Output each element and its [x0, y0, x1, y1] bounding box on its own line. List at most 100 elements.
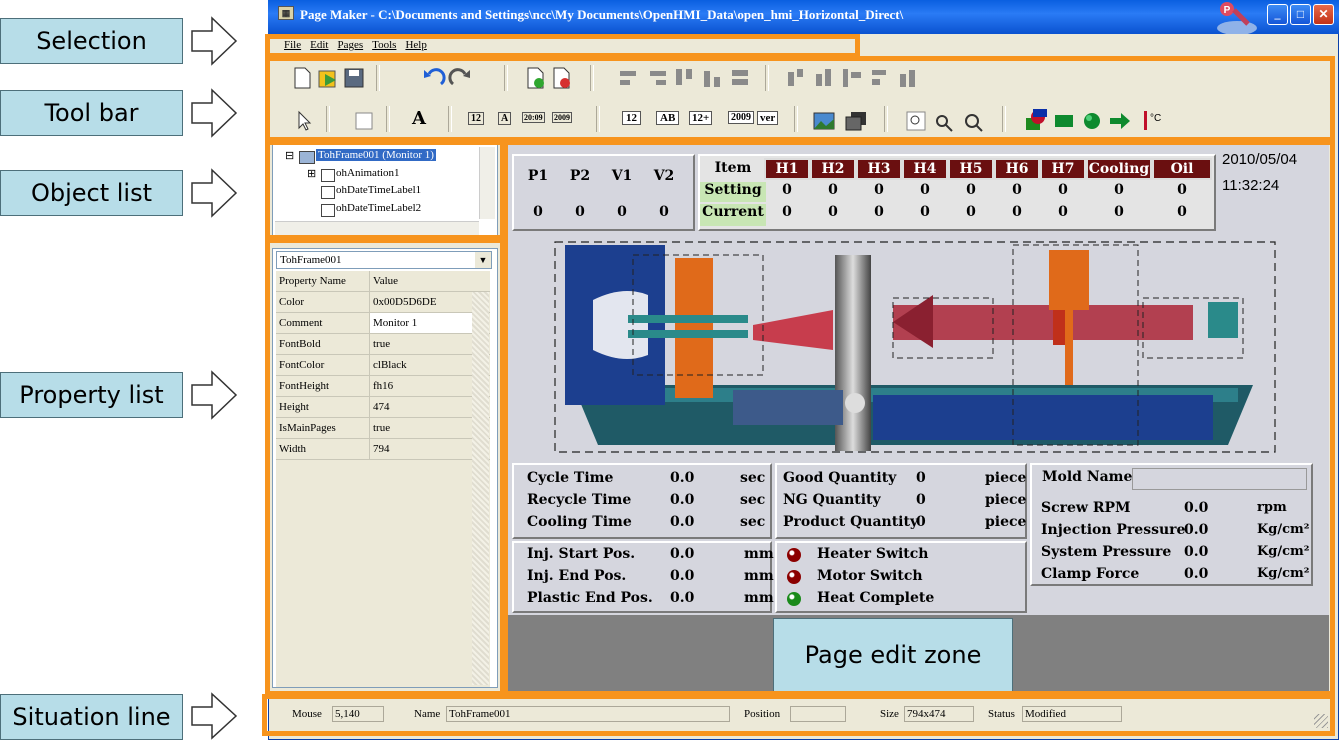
version-button[interactable]: ver	[757, 111, 779, 125]
chevron-down-icon[interactable]: ▼	[475, 252, 491, 268]
mouse-label: Mouse	[292, 708, 322, 720]
property-value[interactable]: clBlack	[373, 359, 407, 371]
property-row[interactable]: Comment Monitor 1	[276, 313, 490, 334]
app-icon: ▦	[278, 6, 294, 20]
tree-row[interactable]: ⊟ TohFrame001 (Monitor 1)	[285, 149, 485, 165]
property-row[interactable]: FontColor clBlack	[276, 355, 490, 376]
property-value[interactable]: Monitor 1	[373, 317, 417, 329]
switch-label: Motor Switch	[817, 568, 923, 584]
tree-row[interactable]: ohDateTimeLabel2	[307, 202, 487, 218]
space-vertical-icon[interactable]	[868, 66, 892, 90]
picture-icon[interactable]	[812, 109, 836, 133]
menu-edit[interactable]: Edit	[310, 39, 328, 51]
callout-toolbar: Tool bar	[0, 90, 183, 136]
zoom-icon[interactable]	[904, 109, 928, 133]
property-row[interactable]: Height 474	[276, 397, 490, 418]
time-unit: sec	[740, 514, 766, 530]
space-horizontal-icon[interactable]	[840, 66, 864, 90]
open-icon[interactable]	[316, 66, 340, 90]
align-bottom-icon[interactable]	[701, 66, 725, 90]
property-value[interactable]: true	[373, 422, 390, 434]
undo-icon[interactable]	[422, 66, 446, 90]
toolbar-separator	[590, 65, 594, 91]
resize-grip-icon[interactable]	[1314, 714, 1328, 728]
property-value[interactable]: 474	[373, 401, 390, 413]
property-value[interactable]: fh16	[373, 380, 393, 392]
align-top-icon[interactable]	[673, 66, 697, 90]
mold-param-unit: Kg/cm²	[1257, 544, 1310, 559]
callout-property-list: Property list	[0, 372, 183, 418]
pointer-icon[interactable]	[292, 109, 316, 133]
close-button[interactable]: ✕	[1313, 4, 1334, 25]
pv-header: P1	[527, 168, 549, 184]
same-width-icon[interactable]	[729, 66, 753, 90]
horizontal-scrollbar[interactable]	[275, 221, 479, 235]
center-vertical-icon[interactable]	[812, 66, 836, 90]
property-row[interactable]: FontHeight fh16	[276, 376, 490, 397]
ascii-input-button[interactable]: AB	[656, 111, 680, 125]
tree-row[interactable]: ohDateTimeLabel1	[307, 184, 487, 200]
align-right-icon[interactable]	[645, 66, 669, 90]
save-icon[interactable]	[342, 66, 366, 90]
add-page-icon[interactable]	[524, 66, 548, 90]
property-row[interactable]: IsMainPages true	[276, 418, 490, 439]
align-left-icon[interactable]	[617, 66, 641, 90]
time-label-button[interactable]: 20:09	[522, 112, 545, 123]
date-label-button[interactable]: 2009	[552, 112, 572, 123]
numeric-input-button[interactable]: 12	[622, 111, 641, 125]
maximize-button[interactable]: □	[1290, 4, 1311, 25]
delete-page-icon[interactable]	[550, 66, 574, 90]
numeric-label-button[interactable]: 12	[468, 112, 484, 125]
current-value: 0	[1012, 204, 1022, 220]
menu-help[interactable]: Help	[405, 39, 426, 51]
property-row[interactable]: Width 794	[276, 439, 490, 460]
arrow-icon[interactable]	[1108, 109, 1132, 133]
shape-icon[interactable]	[1024, 108, 1048, 132]
size-label: Size	[880, 708, 899, 720]
object-select[interactable]: TohFrame001 ▼	[276, 251, 492, 269]
callout-object-list: Object list	[0, 170, 183, 216]
property-value[interactable]: 794	[373, 443, 390, 455]
minimize-button[interactable]: _	[1267, 4, 1288, 25]
year-input-button[interactable]: 2009	[728, 111, 754, 124]
increment-button[interactable]: 12+	[689, 111, 713, 125]
position-value: 0.0	[670, 568, 695, 584]
setting-value: 0	[966, 182, 976, 198]
menu-pages[interactable]: Pages	[337, 39, 363, 51]
menu-tools[interactable]: Tools	[372, 39, 396, 51]
column-divider	[369, 397, 370, 417]
lamp-icon[interactable]	[1080, 109, 1104, 133]
tree-row[interactable]: ⊞ ohAnimation1	[307, 167, 487, 183]
callout-situation-line: Situation line	[0, 694, 183, 740]
current-value: 0	[920, 204, 930, 220]
column-divider	[369, 292, 370, 312]
time-value: 0.0	[670, 470, 695, 486]
zoom-in-icon[interactable]	[932, 109, 956, 133]
center-horizontal-icon[interactable]	[784, 66, 808, 90]
property-value[interactable]: true	[373, 338, 390, 350]
vertical-scrollbar[interactable]	[479, 147, 495, 219]
temp-header: H4	[902, 158, 948, 180]
pv-header: P2	[569, 168, 591, 184]
property-row[interactable]: Color 0x00D5D6DE	[276, 292, 490, 313]
same-height-icon[interactable]	[896, 66, 920, 90]
animation-icon[interactable]	[844, 109, 868, 133]
time-value: 0.0	[670, 514, 695, 530]
title-bar[interactable]: ▦ Page Maker - C:\Documents and Settings…	[268, 0, 1339, 35]
mold-param-label: Clamp Force	[1041, 566, 1140, 582]
property-row[interactable]: FontBold true	[276, 334, 490, 355]
menu-file[interactable]: File	[284, 39, 301, 51]
bar-icon[interactable]	[1052, 109, 1076, 133]
tree-expander[interactable]: ⊟	[285, 149, 294, 162]
text-tool-button[interactable]: A	[412, 108, 426, 129]
property-value[interactable]: 0x00D5D6DE	[373, 296, 437, 308]
zoom-out-icon[interactable]	[960, 109, 984, 133]
vertical-scrollbar[interactable]	[472, 292, 489, 685]
redo-icon[interactable]	[448, 66, 472, 90]
property-list-panel: TohFrame001 ▼ Property Name Value Color …	[272, 248, 498, 688]
current-value: 0	[1177, 204, 1187, 220]
ascii-label-button[interactable]: A	[498, 112, 512, 125]
rectangle-tool-icon[interactable]	[352, 109, 376, 133]
new-page-icon[interactable]	[290, 66, 314, 90]
tree-expander[interactable]: ⊞	[307, 167, 316, 180]
